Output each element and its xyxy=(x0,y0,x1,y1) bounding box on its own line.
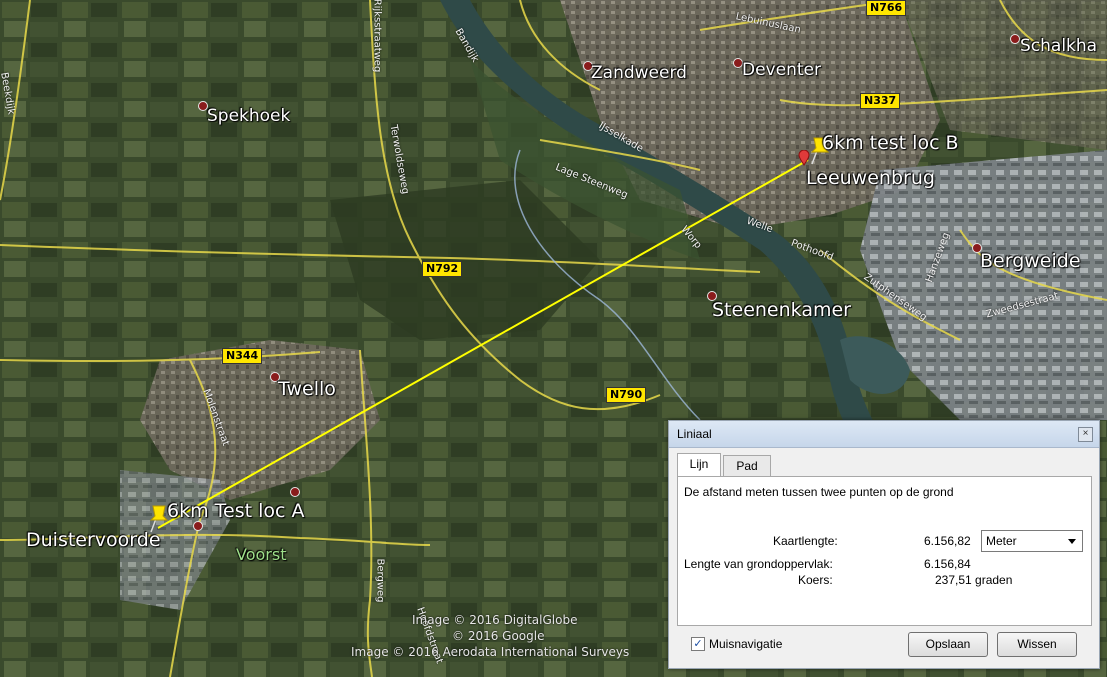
road-label: Rijksstraatweg xyxy=(371,0,383,73)
place-dot-unnamed xyxy=(290,487,300,497)
map-pin-icon[interactable] xyxy=(798,150,810,166)
road-shield-n344: N344 xyxy=(222,348,263,364)
mouse-navigation-checkbox[interactable]: ✓ xyxy=(691,637,705,651)
place-label-twello[interactable]: Twello xyxy=(278,378,336,400)
save-button[interactable]: Opslaan xyxy=(908,632,988,657)
place-label-schalkhaar[interactable]: Schalkha xyxy=(1020,36,1097,56)
copyright-aerodata: Image © 2016 Aerodata International Surv… xyxy=(351,645,630,659)
place-label-deventer[interactable]: Deventer xyxy=(742,60,821,80)
heading-value: 237,51 graden xyxy=(935,573,1013,587)
road-shield-n766: N766 xyxy=(866,0,907,16)
unit-select[interactable]: Meter xyxy=(981,530,1083,552)
road-shield-n337: N337 xyxy=(860,93,901,109)
clear-button[interactable]: Wissen xyxy=(997,632,1077,657)
mouse-navigation-label: Muisnavigatie xyxy=(709,637,783,651)
place-label-voorst[interactable]: Voorst xyxy=(236,545,286,564)
unit-select-value: Meter xyxy=(986,534,1017,548)
place-dot-schalkhaar xyxy=(1010,34,1020,44)
copyright-google: © 2016 Google xyxy=(452,629,545,643)
road-shield-n792: N792 xyxy=(422,261,463,277)
ground-length-value: 6.156,84 xyxy=(924,557,971,571)
road-label: Bergweg xyxy=(374,558,386,603)
place-label-steenenkamer[interactable]: Steenenkamer xyxy=(712,299,851,321)
ground-length-label: Lengte van grondoppervlak: xyxy=(684,557,833,571)
placemark-label-b[interactable]: 6km test loc B xyxy=(822,132,959,154)
place-label-bergweide[interactable]: Bergweide xyxy=(980,250,1081,272)
tab-lijn[interactable]: Lijn xyxy=(677,453,721,476)
road-shield-n790: N790 xyxy=(606,387,647,403)
map-length-value: 6.156,82 xyxy=(924,534,971,548)
ruler-title: Liniaal xyxy=(677,427,712,441)
place-label-leeuwenbrug[interactable]: Leeuwenbrug xyxy=(806,167,935,189)
heading-label: Koers: xyxy=(798,573,833,587)
place-label-zandweerd[interactable]: Zandweerd xyxy=(591,63,687,83)
ruler-description: De afstand meten tussen twee punten op d… xyxy=(684,485,954,499)
copyright-digitalglobe: Image © 2016 DigitalGlobe xyxy=(412,613,578,627)
ruler-titlebar[interactable]: Liniaal × xyxy=(669,421,1099,448)
ruler-panel: De afstand meten tussen twee punten op d… xyxy=(677,476,1092,626)
map-length-label: Kaartlengte: xyxy=(773,534,838,548)
tab-pad[interactable]: Pad xyxy=(723,455,771,476)
place-dot-duistervoorde xyxy=(193,521,203,531)
ruler-dialog: Liniaal × Lijn Pad De afstand meten tuss… xyxy=(668,420,1100,669)
close-icon[interactable]: × xyxy=(1078,427,1093,442)
place-label-spekhoek[interactable]: Spekhoek xyxy=(207,106,290,126)
place-label-duistervoorde[interactable]: Duistervoorde xyxy=(26,529,161,551)
placemark-label-a[interactable]: 6km Test loc A xyxy=(167,500,304,522)
chevron-down-icon xyxy=(1068,539,1076,544)
